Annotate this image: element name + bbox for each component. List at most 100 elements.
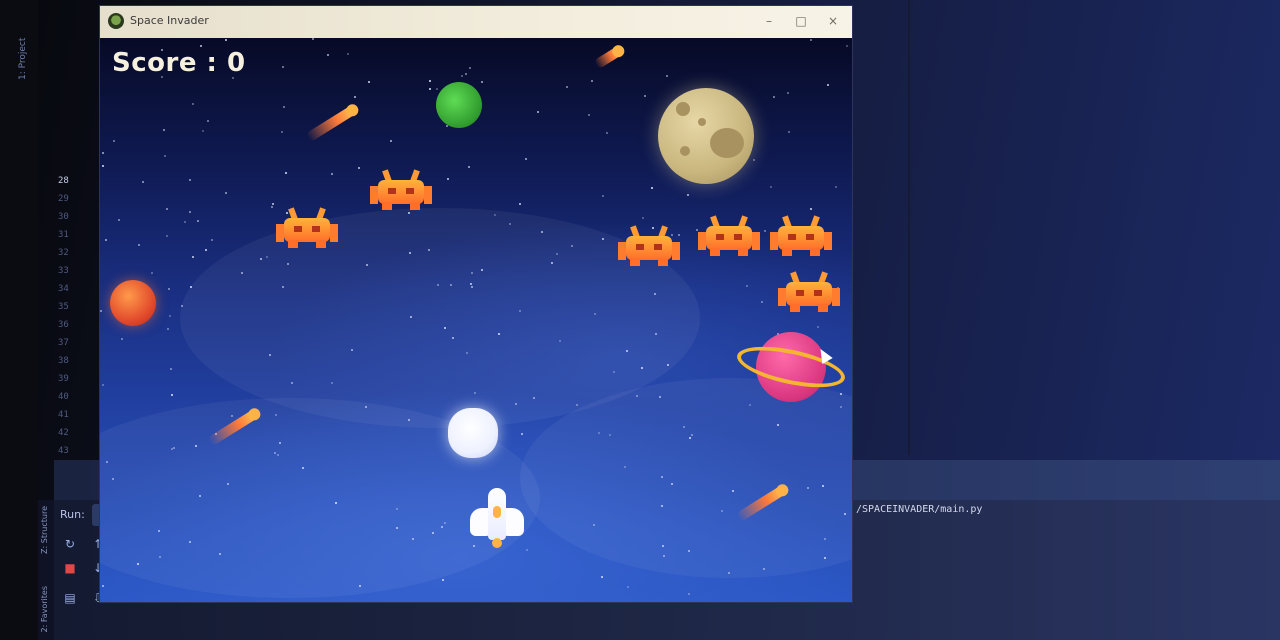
moon-crater [710, 128, 744, 158]
alien-invader [698, 214, 760, 258]
star [777, 424, 779, 426]
star [282, 286, 284, 288]
star [770, 186, 772, 188]
line-number: 29 [58, 194, 69, 204]
star [688, 550, 690, 552]
star [166, 208, 168, 210]
star [275, 414, 277, 416]
star [452, 337, 454, 339]
star [429, 88, 431, 90]
star [168, 288, 170, 290]
editor-divider[interactable] [908, 0, 910, 455]
green-planet-decoration [436, 82, 482, 128]
star [515, 403, 517, 405]
star [469, 67, 471, 69]
line-number-gutter: 28 29 30 31 32 33 34 35 36 37 38 39 40 4… [40, 160, 104, 480]
star [274, 452, 276, 454]
line-number: 30 [58, 212, 69, 222]
rerun-icon[interactable]: ↻ [62, 536, 78, 552]
star [331, 173, 333, 175]
star [551, 262, 553, 264]
star [602, 195, 604, 197]
star [683, 426, 685, 428]
star [408, 419, 410, 421]
star [844, 513, 846, 515]
window-titlebar[interactable]: Space Invader – □ × [100, 6, 852, 38]
line-number: 28 [58, 176, 69, 186]
star [651, 187, 653, 189]
close-button[interactable]: × [822, 11, 844, 31]
maximize-button[interactable]: □ [790, 11, 812, 31]
line-number: 31 [58, 230, 69, 240]
star [106, 461, 108, 463]
star [644, 95, 646, 97]
star [810, 208, 812, 210]
star [465, 73, 467, 75]
line-number: 38 [58, 356, 69, 366]
meteor-decoration [593, 42, 627, 70]
player-spaceship[interactable] [466, 484, 528, 550]
star [241, 272, 243, 274]
star [571, 245, 573, 247]
star [282, 66, 284, 68]
star [207, 120, 209, 122]
star [225, 39, 227, 41]
star [636, 395, 638, 397]
star [166, 235, 168, 237]
red-planet-decoration [110, 280, 156, 326]
star [312, 38, 314, 40]
star [159, 556, 161, 558]
star [691, 434, 693, 436]
structure-tab[interactable]: Z: Structure [40, 506, 49, 554]
layout-icon[interactable]: ▤ [62, 590, 78, 606]
star [509, 223, 511, 225]
star [266, 256, 268, 258]
stop-icon[interactable]: ■ [62, 560, 78, 576]
star [429, 80, 431, 82]
star [105, 239, 107, 241]
star [428, 249, 430, 251]
star [331, 382, 333, 384]
star [121, 338, 123, 340]
star [412, 538, 414, 540]
star [521, 433, 523, 435]
star [192, 103, 194, 105]
alien-invader [770, 214, 832, 258]
ringed-planet-decoration [733, 328, 849, 418]
star [192, 256, 194, 258]
star [181, 305, 183, 307]
star [588, 114, 590, 116]
star [347, 53, 349, 55]
star [761, 301, 763, 303]
favorites-tab[interactable]: 2: Favorites [40, 586, 49, 632]
line-number: 35 [58, 302, 69, 312]
run-output-path: /SPACEINVADER/main.py [856, 504, 983, 515]
star [494, 214, 496, 216]
star [655, 333, 657, 335]
project-tab[interactable]: 1: Project [18, 10, 36, 80]
star [102, 165, 104, 167]
game-window: Space Invader – □ × Score : 0 [100, 6, 852, 602]
star [444, 327, 446, 329]
star [351, 349, 353, 351]
star [277, 454, 279, 456]
star [763, 568, 765, 570]
minimize-button[interactable]: – [758, 11, 780, 31]
line-number: 36 [58, 320, 69, 330]
line-number: 37 [58, 338, 69, 348]
star [606, 132, 608, 134]
star [498, 333, 500, 335]
star [287, 263, 289, 265]
star [721, 510, 723, 512]
run-label[interactable]: Run: [60, 508, 85, 521]
star [227, 483, 229, 485]
star [151, 272, 153, 274]
star [519, 203, 521, 205]
line-number: 39 [58, 374, 69, 384]
star [269, 354, 271, 356]
game-playfield[interactable]: Score : 0 [100, 38, 852, 602]
star [641, 367, 643, 369]
star [170, 368, 172, 370]
star [164, 155, 166, 157]
app-icon [108, 13, 124, 29]
